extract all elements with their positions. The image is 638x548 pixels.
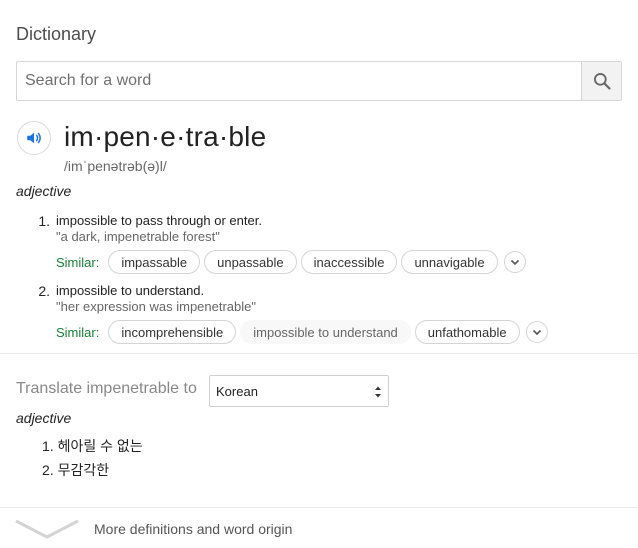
language-select-value: Korean	[216, 383, 258, 399]
definition-text: impossible to pass through or enter.	[56, 213, 262, 228]
more-definitions-link[interactable]: More definitions and word origin	[0, 508, 638, 548]
similar-chip[interactable]: incomprehensible	[108, 320, 237, 344]
similar-chip[interactable]: impassable	[108, 250, 201, 274]
expand-similar-button[interactable]	[525, 321, 548, 343]
more-definitions-label: More definitions and word origin	[94, 521, 293, 537]
part-of-speech: adjective	[16, 183, 72, 199]
translation-item-2: 2. 무감각한	[42, 460, 109, 480]
definition-example: "her expression was impenetrable"	[56, 299, 256, 314]
search-input[interactable]	[17, 62, 581, 100]
chevron-down-icon	[15, 519, 79, 539]
similar-chip[interactable]: unnavigable	[401, 250, 498, 274]
translation-text: 헤아릴 수 없는	[57, 438, 143, 454]
expand-similar-button[interactable]	[503, 251, 526, 273]
translation-number: 2.	[42, 462, 54, 478]
select-arrows-icon	[375, 386, 381, 398]
pronunciation-button[interactable]	[17, 121, 51, 155]
translation-part-of-speech: adjective	[16, 410, 72, 426]
similar-row: Similar: incomprehensible impossible to …	[56, 320, 548, 344]
translation-item-1: 1. 헤아릴 수 없는	[42, 436, 143, 456]
chevron-down-icon	[510, 259, 519, 266]
search-icon	[593, 73, 611, 90]
chevron-down-icon	[532, 329, 541, 336]
definition-number: 1.	[38, 213, 50, 229]
dictionary-card: Dictionary im·pen·e·tra·ble /imˈpenətrəb…	[0, 0, 638, 548]
translate-label: Translate impenetrable to	[16, 380, 197, 397]
translation-text: 무감각한	[57, 462, 110, 478]
section-divider	[0, 353, 638, 354]
definition-example: "a dark, impenetrable forest"	[56, 229, 220, 244]
similar-chip[interactable]: inaccessible	[300, 250, 398, 274]
similar-label: Similar:	[56, 254, 100, 270]
similar-row: Similar: impassable unpassable inaccessi…	[56, 250, 526, 274]
search-button[interactable]	[581, 62, 621, 100]
language-select[interactable]: Korean	[209, 375, 389, 407]
definition-text: impossible to understand.	[56, 283, 205, 298]
phonetic: /imˈpenətrəb(ə)l/	[64, 158, 167, 174]
definition-number: 2.	[38, 283, 50, 299]
similar-label: Similar:	[56, 324, 100, 340]
headword: im·pen·e·tra·ble	[64, 121, 267, 152]
similar-chip[interactable]: unfathomable	[414, 320, 520, 344]
similar-chip[interactable]: unpassable	[204, 250, 297, 274]
speaker-icon	[27, 132, 41, 144]
similar-chip: impossible to understand	[240, 320, 411, 344]
translation-number: 1.	[42, 438, 54, 454]
search-box	[16, 61, 622, 101]
card-title: Dictionary	[16, 24, 97, 44]
